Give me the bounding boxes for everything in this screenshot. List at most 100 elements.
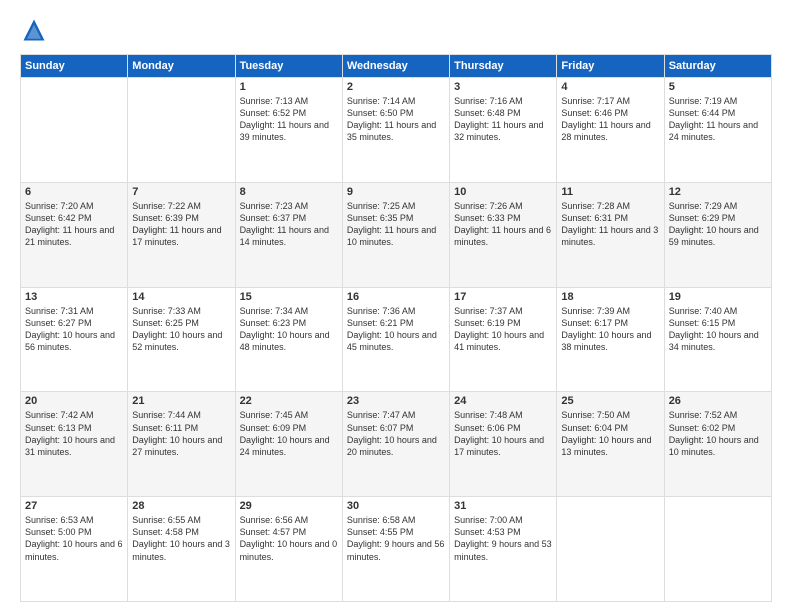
calendar-cell: 1 Sunrise: 7:13 AM Sunset: 6:52 PM Daylig… [235, 78, 342, 183]
calendar-cell: 16 Sunrise: 7:36 AM Sunset: 6:21 PM Dayli… [342, 287, 449, 392]
calendar-cell: 20Sunrise: 7:42 AM Sunset: 6:13 PM Dayli… [21, 392, 128, 497]
day-number: 4 [561, 81, 659, 93]
day-number: 1 [240, 81, 338, 93]
cell-details: Sunrise: 7:26 AM Sunset: 6:33 PM Dayligh… [454, 200, 552, 249]
day-number: 30 [347, 500, 445, 512]
day-number: 16 [347, 291, 445, 303]
calendar-cell: 21 Sunrise: 7:44 AM Sunset: 6:11 PM Dayli… [128, 392, 235, 497]
calendar-week-4: 20Sunrise: 7:42 AM Sunset: 6:13 PM Dayli… [21, 392, 772, 497]
cell-details: Sunrise: 7:48 AM Sunset: 6:06 PM Dayligh… [454, 409, 552, 458]
calendar-cell: 5 Sunrise: 7:19 AM Sunset: 6:44 PM Daylig… [664, 78, 771, 183]
calendar-cell: 9 Sunrise: 7:25 AM Sunset: 6:35 PM Daylig… [342, 182, 449, 287]
calendar-cell: 12Sunrise: 7:29 AM Sunset: 6:29 PM Dayli… [664, 182, 771, 287]
day-number: 18 [561, 291, 659, 303]
calendar-cell: 29 Sunrise: 6:56 AM Sunset: 4:57 PM Dayli… [235, 497, 342, 602]
cell-details: Sunrise: 6:55 AM Sunset: 4:58 PM Dayligh… [132, 514, 230, 563]
day-number: 3 [454, 81, 552, 93]
cell-details: Sunrise: 7:42 AM Sunset: 6:13 PM Dayligh… [25, 409, 123, 458]
weekday-header-thursday: Thursday [450, 55, 557, 78]
cell-details: Sunrise: 7:44 AM Sunset: 6:11 PM Dayligh… [132, 409, 230, 458]
calendar-cell: 17 Sunrise: 7:37 AM Sunset: 6:19 PM Dayli… [450, 287, 557, 392]
calendar-week-3: 13 Sunrise: 7:31 AM Sunset: 6:27 PM Dayli… [21, 287, 772, 392]
calendar-cell: 10 Sunrise: 7:26 AM Sunset: 6:33 PM Dayli… [450, 182, 557, 287]
cell-details: Sunrise: 7:39 AM Sunset: 6:17 PM Dayligh… [561, 305, 659, 354]
calendar-cell: 6 Sunrise: 7:20 AM Sunset: 6:42 PM Daylig… [21, 182, 128, 287]
header [20, 16, 772, 44]
weekday-header-sunday: Sunday [21, 55, 128, 78]
day-number: 17 [454, 291, 552, 303]
calendar-cell: 13 Sunrise: 7:31 AM Sunset: 6:27 PM Dayli… [21, 287, 128, 392]
calendar-cell: 26 Sunrise: 7:52 AM Sunset: 6:02 PM Dayli… [664, 392, 771, 497]
calendar-week-1: 1 Sunrise: 7:13 AM Sunset: 6:52 PM Daylig… [21, 78, 772, 183]
cell-details: Sunrise: 7:34 AM Sunset: 6:23 PM Dayligh… [240, 305, 338, 354]
calendar-cell: 30 Sunrise: 6:58 AM Sunset: 4:55 PM Dayli… [342, 497, 449, 602]
cell-details: Sunrise: 7:31 AM Sunset: 6:27 PM Dayligh… [25, 305, 123, 354]
cell-details: Sunrise: 7:13 AM Sunset: 6:52 PM Dayligh… [240, 95, 338, 144]
calendar-cell: 7 Sunrise: 7:22 AM Sunset: 6:39 PM Daylig… [128, 182, 235, 287]
calendar-cell: 18 Sunrise: 7:39 AM Sunset: 6:17 PM Dayli… [557, 287, 664, 392]
day-number: 28 [132, 500, 230, 512]
cell-details: Sunrise: 7:16 AM Sunset: 6:48 PM Dayligh… [454, 95, 552, 144]
cell-details: Sunrise: 7:45 AM Sunset: 6:09 PM Dayligh… [240, 409, 338, 458]
logo-icon [20, 16, 48, 44]
day-number: 9 [347, 186, 445, 198]
day-number: 10 [454, 186, 552, 198]
day-number: 26 [669, 395, 767, 407]
cell-details: Sunrise: 6:56 AM Sunset: 4:57 PM Dayligh… [240, 514, 338, 563]
page: SundayMondayTuesdayWednesdayThursdayFrid… [0, 0, 792, 612]
day-number: 15 [240, 291, 338, 303]
cell-details: Sunrise: 7:23 AM Sunset: 6:37 PM Dayligh… [240, 200, 338, 249]
cell-details: Sunrise: 7:20 AM Sunset: 6:42 PM Dayligh… [25, 200, 123, 249]
calendar-cell: 23 Sunrise: 7:47 AM Sunset: 6:07 PM Dayli… [342, 392, 449, 497]
day-number: 24 [454, 395, 552, 407]
day-number: 8 [240, 186, 338, 198]
cell-details: Sunrise: 7:40 AM Sunset: 6:15 PM Dayligh… [669, 305, 767, 354]
weekday-header-saturday: Saturday [664, 55, 771, 78]
calendar-cell: 27Sunrise: 6:53 AM Sunset: 5:00 PM Dayli… [21, 497, 128, 602]
cell-details: Sunrise: 7:22 AM Sunset: 6:39 PM Dayligh… [132, 200, 230, 249]
day-number: 13 [25, 291, 123, 303]
weekday-header-friday: Friday [557, 55, 664, 78]
cell-details: Sunrise: 7:29 AM Sunset: 6:29 PM Dayligh… [669, 200, 767, 249]
day-number: 7 [132, 186, 230, 198]
logo [20, 16, 52, 44]
cell-details: Sunrise: 7:25 AM Sunset: 6:35 PM Dayligh… [347, 200, 445, 249]
calendar-cell: 24 Sunrise: 7:48 AM Sunset: 6:06 PM Dayli… [450, 392, 557, 497]
day-number: 21 [132, 395, 230, 407]
calendar-cell: 25 Sunrise: 7:50 AM Sunset: 6:04 PM Dayli… [557, 392, 664, 497]
day-number: 29 [240, 500, 338, 512]
weekday-header-monday: Monday [128, 55, 235, 78]
cell-details: Sunrise: 6:58 AM Sunset: 4:55 PM Dayligh… [347, 514, 445, 563]
calendar-week-2: 6 Sunrise: 7:20 AM Sunset: 6:42 PM Daylig… [21, 182, 772, 287]
cell-details: Sunrise: 7:36 AM Sunset: 6:21 PM Dayligh… [347, 305, 445, 354]
day-number: 31 [454, 500, 552, 512]
day-number: 6 [25, 186, 123, 198]
calendar-cell: 28 Sunrise: 6:55 AM Sunset: 4:58 PM Dayli… [128, 497, 235, 602]
calendar-cell: 15 Sunrise: 7:34 AM Sunset: 6:23 PM Dayli… [235, 287, 342, 392]
day-number: 22 [240, 395, 338, 407]
weekday-header-tuesday: Tuesday [235, 55, 342, 78]
cell-details: Sunrise: 7:50 AM Sunset: 6:04 PM Dayligh… [561, 409, 659, 458]
calendar-cell [557, 497, 664, 602]
cell-details: Sunrise: 7:47 AM Sunset: 6:07 PM Dayligh… [347, 409, 445, 458]
weekday-header-wednesday: Wednesday [342, 55, 449, 78]
day-number: 19 [669, 291, 767, 303]
day-number: 23 [347, 395, 445, 407]
day-number: 5 [669, 81, 767, 93]
calendar-cell [128, 78, 235, 183]
cell-details: Sunrise: 7:33 AM Sunset: 6:25 PM Dayligh… [132, 305, 230, 354]
day-number: 11 [561, 186, 659, 198]
calendar-cell: 22 Sunrise: 7:45 AM Sunset: 6:09 PM Dayli… [235, 392, 342, 497]
calendar-cell: 11Sunrise: 7:28 AM Sunset: 6:31 PM Dayli… [557, 182, 664, 287]
calendar-table: SundayMondayTuesdayWednesdayThursdayFrid… [20, 54, 772, 602]
cell-details: Sunrise: 7:19 AM Sunset: 6:44 PM Dayligh… [669, 95, 767, 144]
cell-details: Sunrise: 7:37 AM Sunset: 6:19 PM Dayligh… [454, 305, 552, 354]
calendar-cell [21, 78, 128, 183]
calendar-cell: 14Sunrise: 7:33 AM Sunset: 6:25 PM Dayli… [128, 287, 235, 392]
calendar-cell: 4Sunrise: 7:17 AM Sunset: 6:46 PM Daylig… [557, 78, 664, 183]
day-number: 25 [561, 395, 659, 407]
calendar-cell: 31Sunrise: 7:00 AM Sunset: 4:53 PM Dayli… [450, 497, 557, 602]
calendar-cell: 3 Sunrise: 7:16 AM Sunset: 6:48 PM Daylig… [450, 78, 557, 183]
day-number: 2 [347, 81, 445, 93]
cell-details: Sunrise: 7:52 AM Sunset: 6:02 PM Dayligh… [669, 409, 767, 458]
